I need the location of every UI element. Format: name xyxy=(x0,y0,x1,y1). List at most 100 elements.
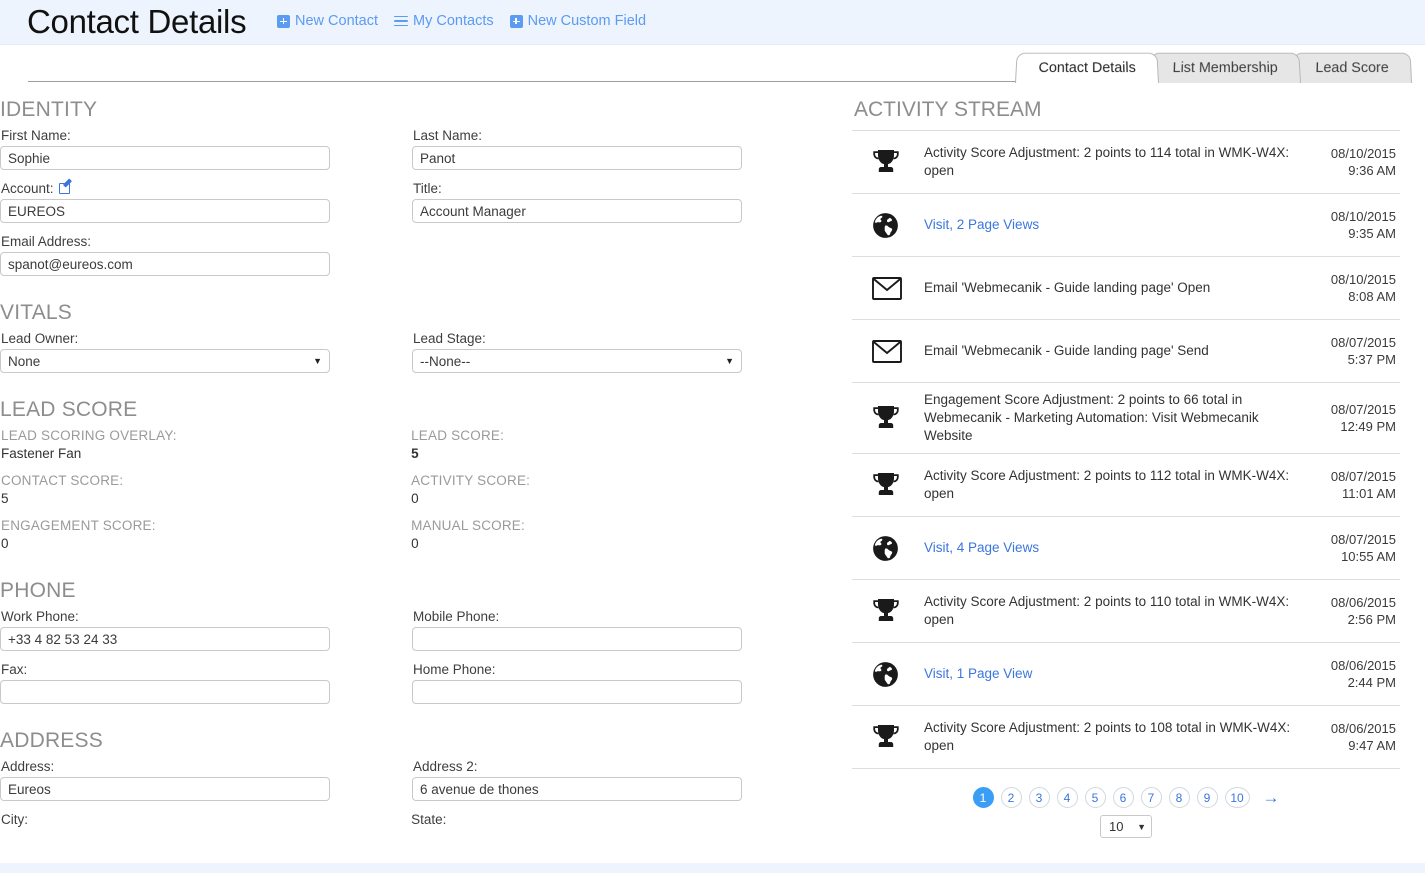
account-label: Account: xyxy=(1,178,330,196)
activity-timestamp: 08/10/2015 9:36 AM xyxy=(1311,145,1396,179)
account-input[interactable] xyxy=(0,199,330,223)
contact-form: IDENTITY First Name: Last Name: Account:… xyxy=(0,98,820,830)
tab-label: Contact Details xyxy=(1038,60,1137,77)
activity-date: 08/06/2015 xyxy=(1330,658,1396,673)
work-phone-input[interactable] xyxy=(0,627,330,651)
activity-timestamp: 08/06/2015 2:44 PM xyxy=(1311,657,1396,691)
activity-row: Activity Score Adjustment: 2 points to 1… xyxy=(852,706,1400,769)
activity-date: 08/07/2015 xyxy=(1330,532,1396,547)
activity-text: Engagement Score Adjustment: 2 points to… xyxy=(924,392,1259,443)
lead-stage-select[interactable]: --None-- ▼ xyxy=(412,349,742,373)
page-button-3[interactable]: 3 xyxy=(1028,787,1050,808)
address-input[interactable] xyxy=(0,777,330,801)
tab-list-membership[interactable]: List Membership xyxy=(1149,52,1302,83)
globe-icon xyxy=(872,661,924,688)
lead-stage-value: --None-- xyxy=(420,353,471,369)
per-page-select[interactable]: 10 ▼ xyxy=(1100,815,1152,838)
footer-strip xyxy=(0,863,1425,873)
activity-row: Activity Score Adjustment: 2 points to 1… xyxy=(852,454,1400,517)
activity-time: 9:47 AM xyxy=(1348,738,1396,753)
activity-score-label: ACTIVITY SCORE: xyxy=(411,473,531,488)
activity-text[interactable]: Visit, 1 Page View xyxy=(924,665,1311,683)
lead-stage-label: Lead Stage: xyxy=(413,331,486,346)
activity-row: Engagement Score Adjustment: 2 points to… xyxy=(852,383,1400,454)
activity-time: 9:36 AM xyxy=(1348,163,1396,178)
fax-input[interactable] xyxy=(0,680,330,704)
page-button-4[interactable]: 4 xyxy=(1056,787,1078,808)
contact-score-value: 5 xyxy=(1,491,9,506)
title-input[interactable] xyxy=(412,199,742,223)
trophy-icon xyxy=(872,472,924,498)
globe-icon xyxy=(873,535,898,561)
page-button-7[interactable]: 7 xyxy=(1140,787,1162,808)
identity-section-title: IDENTITY xyxy=(0,98,98,121)
page-title: Contact Details xyxy=(27,3,247,40)
my-contacts-link[interactable]: My Contacts xyxy=(394,13,494,29)
edit-icon[interactable] xyxy=(58,178,72,195)
activity-row: Visit, 2 Page Views 08/10/2015 9:35 AM xyxy=(852,194,1400,257)
lead-score-value: 5 xyxy=(411,446,419,461)
page-button-1[interactable]: 1 xyxy=(972,787,994,808)
activity-time: 5:37 PM xyxy=(1347,352,1396,367)
globe-icon xyxy=(872,212,924,239)
address2-label: Address 2: xyxy=(413,759,478,774)
activity-date: 08/07/2015 xyxy=(1330,469,1396,484)
lead-score-label: LEAD SCORE: xyxy=(411,428,505,443)
trophy-icon xyxy=(872,405,924,431)
list-icon xyxy=(394,15,409,27)
phone-row-2: Fax: Home Phone: xyxy=(0,662,820,704)
address-row-2: City: State: xyxy=(0,812,820,830)
page-button-5[interactable]: 5 xyxy=(1084,787,1106,808)
activity-text: Email 'Webmecanik - Guide landing page' … xyxy=(924,280,1211,295)
page-button-9[interactable]: 9 xyxy=(1196,787,1218,808)
new-contact-link[interactable]: New Contact xyxy=(277,13,378,29)
fax-label: Fax: xyxy=(1,662,28,677)
activity-time: 8:08 AM xyxy=(1348,289,1396,304)
next-page-arrow-icon[interactable]: → xyxy=(1263,789,1280,806)
tab-lead-score[interactable]: Lead Score xyxy=(1291,52,1412,83)
page-button-8[interactable]: 8 xyxy=(1168,787,1190,808)
activity-timestamp: 08/07/2015 5:37 PM xyxy=(1311,334,1396,368)
page-button-10[interactable]: 10 xyxy=(1224,787,1250,808)
envelope-icon xyxy=(872,339,902,363)
activity-link[interactable]: Visit, 2 Page Views xyxy=(924,217,1039,232)
activity-stream-panel: ACTIVITY STREAM Activity Score Adjustmen… xyxy=(852,98,1400,838)
email-input[interactable] xyxy=(0,252,330,276)
address2-input[interactable] xyxy=(412,777,742,801)
envelope-icon xyxy=(872,276,902,300)
activity-date: 08/06/2015 xyxy=(1330,595,1396,610)
home-phone-input[interactable] xyxy=(412,680,742,704)
lead-owner-select[interactable]: None ▼ xyxy=(0,349,330,373)
first-name-input[interactable] xyxy=(0,146,330,170)
overlay-value: Fastener Fan xyxy=(1,446,82,461)
chevron-down-icon: ▼ xyxy=(725,356,734,366)
activity-text[interactable]: Visit, 4 Page Views xyxy=(924,539,1311,557)
activity-list: Activity Score Adjustment: 2 points to 1… xyxy=(852,130,1400,769)
activity-text[interactable]: Visit, 2 Page Views xyxy=(924,216,1311,234)
mobile-phone-input[interactable] xyxy=(412,627,742,651)
per-page-wrap: 10 ▼ xyxy=(852,815,1400,838)
page-button-2[interactable]: 2 xyxy=(1000,787,1022,808)
activity-score-value: 0 xyxy=(411,491,419,506)
activity-link[interactable]: Visit, 4 Page Views xyxy=(924,540,1039,555)
last-name-input[interactable] xyxy=(412,146,742,170)
activity-date: 08/10/2015 xyxy=(1330,146,1396,161)
activity-date: 08/10/2015 xyxy=(1330,272,1396,287)
work-phone-label: Work Phone: xyxy=(1,609,79,624)
activity-link[interactable]: Visit, 1 Page View xyxy=(924,666,1032,681)
activity-row: Activity Score Adjustment: 2 points to 1… xyxy=(852,580,1400,643)
activity-timestamp: 08/10/2015 9:35 AM xyxy=(1311,208,1396,242)
new-contact-label: New Contact xyxy=(295,13,379,29)
new-custom-field-link[interactable]: New Custom Field xyxy=(509,13,646,29)
my-contacts-label: My Contacts xyxy=(413,13,494,29)
activity-row: Visit, 4 Page Views 08/07/2015 10:55 AM xyxy=(852,517,1400,580)
globe-icon xyxy=(873,212,898,238)
chevron-down-icon: ▼ xyxy=(1137,821,1146,832)
lead-score-rows: LEAD SCORING OVERLAY: Fastener Fan CONTA… xyxy=(0,428,820,563)
tab-contact-details[interactable]: Contact Details xyxy=(1015,52,1160,83)
activity-timestamp: 08/06/2015 9:47 AM xyxy=(1311,720,1396,754)
contact-details-page: Contact Details New Contact My Contacts … xyxy=(0,0,1425,873)
page-button-6[interactable]: 6 xyxy=(1112,787,1134,808)
tab-bar: Contact Details List Membership Lead Sco… xyxy=(1015,49,1412,83)
phone-row-1: Work Phone: Mobile Phone: xyxy=(0,609,820,651)
